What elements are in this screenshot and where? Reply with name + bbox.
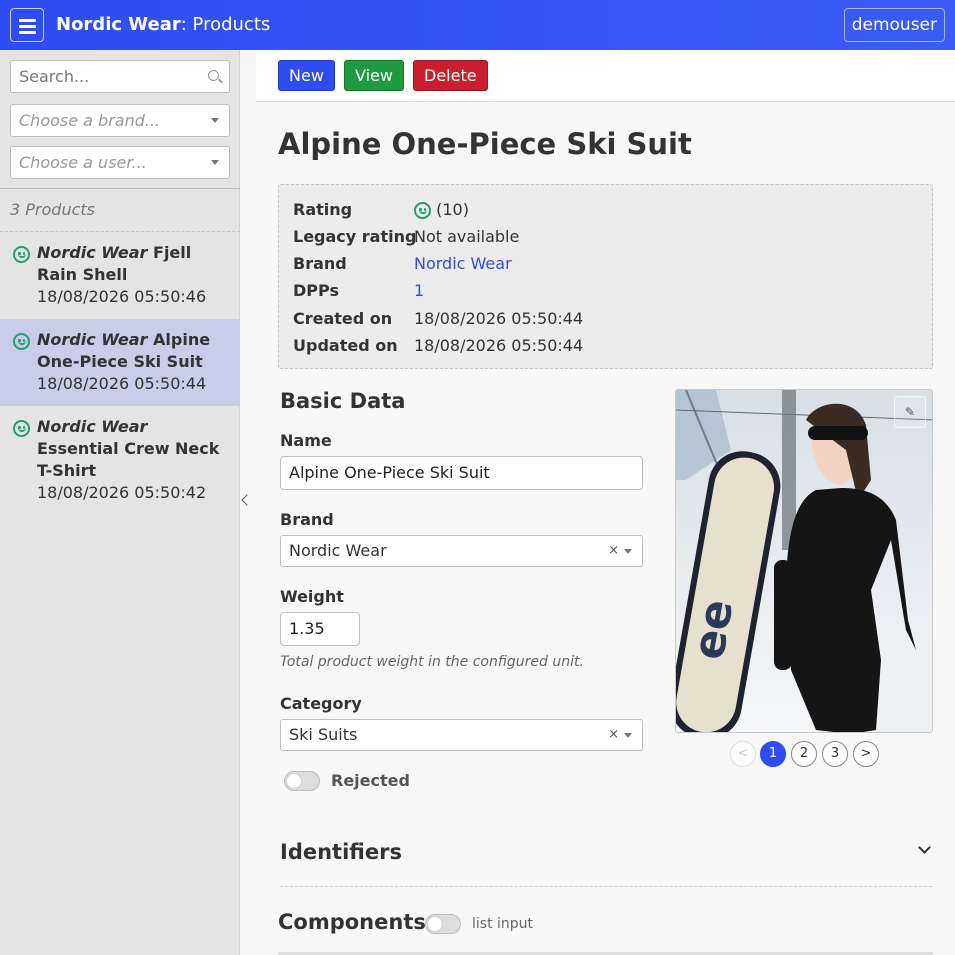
list-item-title: Nordic Wear Fjell Rain Shell	[37, 242, 230, 286]
chevron-down-icon	[211, 118, 219, 123]
user-filter-placeholder: Choose a user...	[19, 153, 147, 172]
list-item-brand: Nordic Wear	[37, 330, 148, 349]
list-item-name: Essential Crew Neck T-Shirt	[37, 439, 220, 480]
smiley-icon	[13, 420, 30, 437]
weight-label: Weight	[280, 587, 344, 606]
components-heading: Components	[278, 910, 426, 934]
app-brand: Nordic Wear	[56, 14, 181, 35]
category-select[interactable]: Ski Suits ×	[280, 719, 643, 751]
chevron-down-icon[interactable]	[918, 841, 931, 854]
list-item-date: 18/08/2026 05:50:42	[37, 483, 207, 502]
list-input-label: list input	[472, 916, 534, 932]
chevron-down-icon	[624, 549, 632, 554]
gallery-page-button[interactable]: 2	[791, 741, 817, 767]
gallery-next-button[interactable]: >	[853, 741, 879, 767]
edit-image-button[interactable]: ✎	[894, 396, 926, 428]
rejected-toggle[interactable]	[284, 771, 320, 791]
brand-select-value: Nordic Wear	[289, 541, 387, 560]
search-placeholder: Search...	[19, 67, 90, 86]
sidebar: Search... Choose a brand... Choose a use…	[0, 50, 240, 955]
basic-data-heading: Basic Data	[280, 389, 406, 413]
rating-value: (10)	[414, 200, 469, 219]
rejected-label: Rejected	[331, 771, 410, 790]
created-value: 18/08/2026 05:50:44	[414, 309, 584, 328]
search-input[interactable]: Search...	[10, 60, 230, 93]
name-input[interactable]: Alpine One-Piece Ski Suit	[280, 456, 643, 490]
list-item-brand: Nordic Wear	[37, 243, 148, 262]
list-item-date: 18/08/2026 05:50:44	[37, 374, 207, 393]
gallery-prev-button[interactable]: <	[730, 741, 756, 767]
brand-filter-select[interactable]: Choose a brand...	[10, 104, 230, 137]
brand-select[interactable]: Nordic Wear ×	[280, 535, 643, 567]
product-info-box: Rating (10) Legacy rating Not available …	[278, 184, 933, 369]
chevron-down-icon	[211, 160, 219, 165]
brand-label: Brand	[293, 254, 347, 273]
product-count: 3 Products	[10, 200, 95, 219]
sidebar-divider	[0, 188, 240, 189]
app-section: : Products	[180, 14, 271, 35]
page-title: Alpine One-Piece Ski Suit	[278, 127, 692, 161]
clear-icon[interactable]: ×	[608, 536, 619, 566]
created-label: Created on	[293, 309, 393, 328]
svg-text:ee: ee	[683, 596, 744, 664]
clear-icon[interactable]: ×	[608, 720, 619, 750]
dpps-label: DPPs	[293, 281, 339, 300]
list-item-active[interactable]: Nordic Wear Alpine One-Piece Ski Suit 18…	[0, 319, 240, 406]
main-content: New View Delete Alpine One-Piece Ski Sui…	[256, 50, 955, 955]
product-image: ee ✎	[675, 389, 933, 733]
smiley-icon	[13, 246, 30, 263]
list-item[interactable]: Nordic Wear Essential Crew Neck T-Shirt …	[0, 406, 240, 502]
updated-value: 18/08/2026 05:50:44	[414, 336, 584, 355]
list-item-date: 18/08/2026 05:50:46	[37, 287, 207, 306]
menu-button[interactable]	[10, 8, 44, 42]
delete-button[interactable]: Delete	[413, 60, 488, 91]
identifiers-heading[interactable]: Identifiers	[280, 840, 402, 864]
updated-label: Updated on	[293, 336, 398, 355]
list-item-title: Nordic Wear Alpine One-Piece Ski Suit	[37, 329, 230, 373]
list-input-toggle[interactable]	[425, 914, 461, 934]
search-icon	[208, 70, 219, 81]
category-label: Category	[280, 694, 362, 713]
list-item-brand: Nordic Wear	[37, 417, 148, 436]
dpps-link[interactable]: 1	[414, 281, 424, 300]
brand-field-label: Brand	[280, 510, 334, 529]
name-label: Name	[280, 431, 332, 450]
weight-input[interactable]: 1.35	[280, 612, 360, 646]
new-button[interactable]: New	[278, 60, 335, 91]
gallery-page-button[interactable]: 1	[760, 741, 786, 767]
list-item[interactable]: Nordic Wear Fjell Rain Shell 18/08/2026 …	[0, 232, 240, 319]
smiley-icon	[13, 333, 30, 350]
legacy-rating-label: Legacy rating	[293, 227, 417, 246]
category-select-value: Ski Suits	[289, 725, 358, 744]
chevron-down-icon	[624, 733, 632, 738]
top-bar: Nordic Wear: Products demouser	[0, 0, 955, 50]
product-photo-illustration: ee	[676, 390, 932, 732]
rating-label: Rating	[293, 200, 353, 219]
smiley-icon	[414, 202, 431, 219]
legacy-rating-value: Not available	[414, 227, 520, 246]
section-divider	[280, 886, 932, 887]
list-item-title: Nordic Wear Essential Crew Neck T-Shirt	[37, 416, 230, 482]
collapse-sidebar-icon[interactable]	[241, 494, 253, 506]
hamburger-icon	[19, 19, 36, 22]
rating-score: (10)	[436, 200, 469, 219]
weight-hint: Total product weight in the configured u…	[280, 654, 584, 670]
brand-link[interactable]: Nordic Wear	[414, 254, 512, 273]
toolbar: New View Delete	[256, 50, 955, 102]
gallery-page-button[interactable]: 3	[822, 741, 848, 767]
view-button[interactable]: View	[344, 60, 404, 91]
app-title: Nordic Wear: Products	[56, 14, 270, 35]
brand-filter-placeholder: Choose a brand...	[19, 111, 161, 130]
user-filter-select[interactable]: Choose a user...	[10, 146, 230, 179]
user-menu-button[interactable]: demouser	[843, 8, 945, 42]
